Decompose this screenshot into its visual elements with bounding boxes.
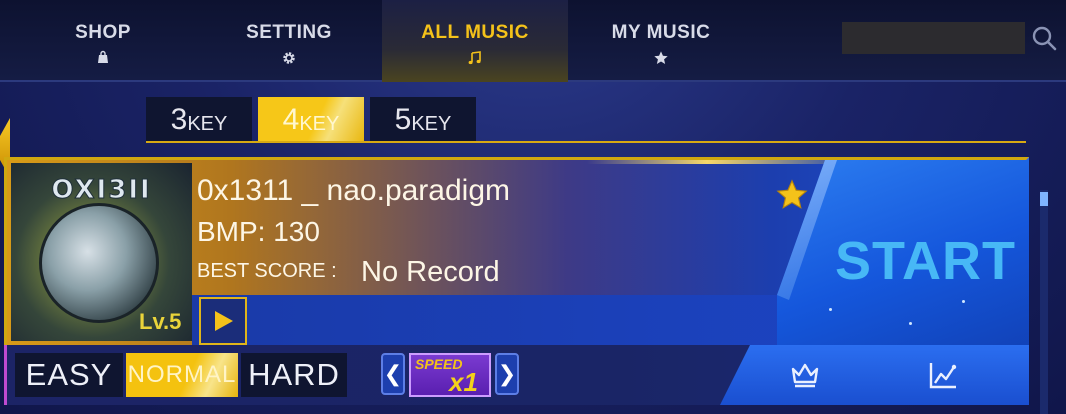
difficulty-easy-button[interactable]: EASY xyxy=(15,353,123,397)
sparkle xyxy=(829,308,832,311)
crown-icon[interactable] xyxy=(789,359,821,391)
music-note-icon xyxy=(467,50,483,70)
nav-tab-label: SETTING xyxy=(246,22,332,43)
tab-4key[interactable]: 4 KEY xyxy=(258,97,364,141)
song-panel: OXI3II Lv.5 0x1311 _ nao.paradigm BMP: 1… xyxy=(4,157,1029,348)
best-score-label: BEST SCORE : xyxy=(197,260,337,282)
gear-icon xyxy=(281,50,297,70)
nav-tab-label: MY MUSIC xyxy=(611,22,711,43)
speed-increase-button[interactable]: ❯ xyxy=(495,353,519,395)
difficulty-hard-button[interactable]: HARD xyxy=(241,353,347,397)
key-tab-label: KEY xyxy=(187,113,228,135)
chevron-right-icon: ❯ xyxy=(497,361,517,386)
favorite-star-icon[interactable] xyxy=(775,178,809,212)
nav-tab-label: SHOP xyxy=(75,22,131,43)
key-tab-number: 3 xyxy=(170,103,188,136)
nav-tab-my-music[interactable]: MY MUSIC xyxy=(568,0,754,82)
scrollbar-thumb[interactable] xyxy=(1040,192,1048,206)
top-nav: SHOP SETTING ALL MUSIC MY MUSIC xyxy=(0,0,1066,82)
tab-5key[interactable]: 5 KEY xyxy=(370,97,476,141)
bottom-bar: EASY NORMAL HARD ❮ SPEED x1 ❯ xyxy=(4,345,1029,405)
search-icon[interactable] xyxy=(1030,24,1058,52)
search-input[interactable] xyxy=(842,22,1025,54)
panel-glow xyxy=(587,160,827,164)
preview-play-button[interactable] xyxy=(199,297,247,345)
sparkle xyxy=(962,300,965,303)
key-tab-number: 5 xyxy=(394,103,412,136)
key-tab-number: 4 xyxy=(282,103,300,136)
shopping-bag-icon xyxy=(96,50,110,68)
difficulty-normal-button[interactable]: NORMAL xyxy=(126,353,238,397)
nav-tab-label: ALL MUSIC xyxy=(421,22,529,43)
bottom-bar-actions xyxy=(720,345,1029,405)
key-tab-label: KEY xyxy=(299,113,340,135)
album-logo: OXI3II xyxy=(51,175,152,206)
key-tab-label: KEY xyxy=(411,113,452,135)
album-disc xyxy=(39,203,159,323)
speed-decrease-button[interactable]: ❮ xyxy=(381,353,405,395)
best-score-value: No Record xyxy=(361,256,500,288)
nav-tab-shop[interactable]: SHOP xyxy=(10,0,196,82)
scrollbar[interactable] xyxy=(1040,190,1048,414)
chevron-left-icon: ❮ xyxy=(383,361,403,386)
song-title: 0x1311 _ nao.paradigm xyxy=(197,174,511,207)
nav-tab-setting[interactable]: SETTING xyxy=(196,0,382,82)
play-icon xyxy=(215,311,233,331)
tabs-divider xyxy=(146,141,1026,143)
speed-display: SPEED x1 xyxy=(409,353,491,397)
start-button[interactable]: START xyxy=(835,230,1016,292)
sparkle xyxy=(909,322,912,325)
nav-tab-all-music[interactable]: ALL MUSIC xyxy=(382,0,568,82)
star-icon xyxy=(653,50,669,70)
chart-icon[interactable] xyxy=(927,359,959,391)
speed-value: x1 xyxy=(449,367,478,397)
song-level: Lv.5 xyxy=(139,309,182,334)
song-bpm: BMP: 130 xyxy=(197,216,320,247)
tab-3key[interactable]: 3 KEY xyxy=(146,97,252,141)
album-art: OXI3II Lv.5 xyxy=(11,163,192,341)
